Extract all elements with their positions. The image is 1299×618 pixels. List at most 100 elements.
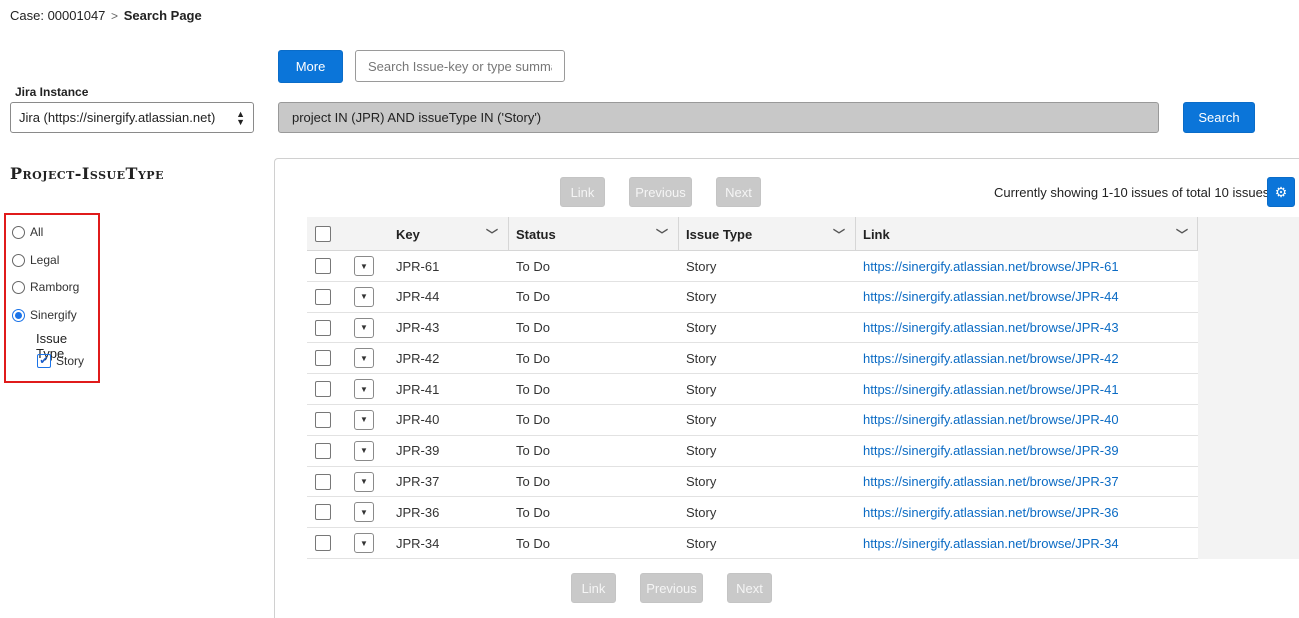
updown-arrows-icon: ▲ ▼ bbox=[236, 108, 245, 127]
select-all-cell bbox=[315, 217, 331, 251]
row-select-cell bbox=[315, 467, 331, 497]
search-button[interactable]: Search bbox=[1183, 102, 1255, 133]
breadcrumb-current: Search Page bbox=[123, 8, 202, 23]
caret-down-icon[interactable]: ▼ bbox=[354, 256, 374, 276]
caret-down-icon[interactable]: ▼ bbox=[354, 286, 374, 307]
checkmark-icon[interactable]: ✔ bbox=[37, 354, 51, 368]
row-select-cell bbox=[315, 497, 331, 527]
radio-icon[interactable] bbox=[12, 280, 25, 294]
issue-link[interactable]: https://sinergify.atlassian.net/browse/J… bbox=[863, 412, 1119, 427]
caret-down-icon[interactable]: ▼ bbox=[354, 409, 374, 430]
issue-link[interactable]: https://sinergify.atlassian.net/browse/J… bbox=[863, 536, 1119, 551]
column-header-link[interactable]: Link ﹀ bbox=[863, 217, 1198, 251]
row-menu-cell: ▼ bbox=[354, 251, 374, 281]
row-checkbox[interactable] bbox=[315, 535, 331, 552]
table-row: ▼ JPR-40 To Do Story https://sinergify.atlas… bbox=[307, 404, 1198, 436]
link-button-bottom[interactable]: Link bbox=[571, 573, 616, 603]
jql-query-field[interactable]: project IN (JPR) AND issueType IN ('Stor… bbox=[278, 102, 1159, 133]
previous-button-bottom[interactable]: Previous bbox=[640, 573, 703, 603]
row-checkbox[interactable] bbox=[315, 473, 331, 490]
next-button-bottom[interactable]: Next bbox=[727, 573, 772, 603]
column-divider[interactable] bbox=[508, 217, 509, 251]
row-menu-cell: ▼ bbox=[354, 467, 374, 497]
chevron-down-icon[interactable]: ﹀ bbox=[1176, 226, 1188, 243]
issue-link-cell: https://sinergify.atlassian.net/browse/J… bbox=[863, 528, 1119, 558]
row-checkbox[interactable] bbox=[315, 288, 331, 305]
issue-type: Story bbox=[686, 474, 717, 490]
radio-icon[interactable] bbox=[12, 253, 25, 267]
chevron-down-icon[interactable]: ﹀ bbox=[656, 226, 668, 243]
issue-status: To Do bbox=[516, 258, 550, 274]
row-checkbox[interactable] bbox=[315, 258, 331, 274]
column-header-issue-type[interactable]: Issue Type ﹀ bbox=[686, 217, 855, 251]
issue-link[interactable]: https://sinergify.atlassian.net/browse/J… bbox=[863, 259, 1119, 274]
issue-status: To Do bbox=[516, 504, 550, 520]
issue-link[interactable]: https://sinergify.atlassian.net/browse/J… bbox=[863, 474, 1119, 489]
row-checkbox[interactable] bbox=[315, 319, 331, 336]
row-checkbox[interactable] bbox=[315, 350, 331, 367]
search-input[interactable] bbox=[355, 50, 565, 82]
caret-down-icon[interactable]: ▼ bbox=[354, 440, 374, 461]
gear-icon: ⚙ bbox=[1274, 183, 1288, 200]
column-divider[interactable] bbox=[678, 217, 679, 251]
table-row: ▼ JPR-43 To Do Story https://sinergify.atlas… bbox=[307, 312, 1198, 344]
issue-type: Story bbox=[686, 258, 717, 274]
column-header-label: Key bbox=[396, 226, 420, 242]
issue-link[interactable]: https://sinergify.atlassian.net/browse/J… bbox=[863, 382, 1119, 397]
issue-type-story-label: Story bbox=[56, 354, 85, 368]
issue-link[interactable]: https://sinergify.atlassian.net/browse/J… bbox=[863, 351, 1119, 366]
next-button-top[interactable]: Next bbox=[716, 177, 761, 207]
chevron-down-icon[interactable]: ﹀ bbox=[833, 226, 845, 243]
issue-type: Story bbox=[686, 320, 717, 336]
issue-link[interactable]: https://sinergify.atlassian.net/browse/J… bbox=[863, 320, 1119, 335]
issue-status: To Do bbox=[516, 535, 550, 551]
filter-option-sinergify[interactable]: Sinergify bbox=[12, 308, 77, 322]
more-button[interactable]: More bbox=[278, 50, 343, 83]
column-header-status[interactable]: Status ﹀ bbox=[516, 217, 678, 251]
chevron-down-icon[interactable]: ﹀ bbox=[486, 226, 498, 243]
issue-key: JPR-43 bbox=[396, 320, 440, 336]
issue-link-cell: https://sinergify.atlassian.net/browse/J… bbox=[863, 497, 1119, 527]
filter-option-label: Ramborg bbox=[30, 280, 80, 294]
column-divider[interactable] bbox=[1197, 217, 1198, 251]
row-checkbox[interactable] bbox=[315, 381, 331, 398]
radio-selected-icon[interactable] bbox=[12, 308, 25, 322]
column-header-key[interactable]: Key ﹀ bbox=[396, 217, 508, 251]
row-checkbox[interactable] bbox=[315, 411, 331, 428]
link-button-top[interactable]: Link bbox=[560, 177, 605, 207]
breadcrumb-case[interactable]: Case: 00001047 bbox=[10, 8, 105, 23]
issue-status: To Do bbox=[516, 350, 550, 366]
settings-button[interactable]: ⚙ bbox=[1267, 177, 1295, 207]
filter-option-legal[interactable]: Legal bbox=[12, 253, 59, 267]
row-select-cell bbox=[315, 405, 331, 435]
caret-down-icon[interactable]: ▼ bbox=[354, 317, 374, 338]
issue-status: To Do bbox=[516, 474, 550, 490]
radio-icon[interactable] bbox=[12, 225, 25, 239]
jira-instance-value: Jira (https://sinergify.atlassian.net) bbox=[19, 110, 216, 125]
select-all-checkbox[interactable] bbox=[315, 226, 331, 242]
previous-button-top[interactable]: Previous bbox=[629, 177, 692, 207]
issue-link[interactable]: https://sinergify.atlassian.net/browse/J… bbox=[863, 289, 1119, 304]
filter-option-ramborg[interactable]: Ramborg bbox=[12, 280, 79, 294]
caret-down-icon[interactable]: ▼ bbox=[354, 533, 374, 554]
caret-down-icon[interactable]: ▼ bbox=[354, 379, 374, 400]
jira-instance-select[interactable]: Jira (https://sinergify.atlassian.net) ▲… bbox=[10, 102, 254, 133]
issue-link[interactable]: https://sinergify.atlassian.net/browse/J… bbox=[863, 443, 1119, 458]
row-checkbox[interactable] bbox=[315, 442, 331, 459]
issue-type: Story bbox=[686, 504, 717, 520]
column-divider[interactable] bbox=[855, 217, 856, 251]
row-checkbox[interactable] bbox=[315, 504, 331, 521]
caret-down-icon[interactable]: ▼ bbox=[354, 348, 374, 369]
caret-down-icon[interactable]: ▼ bbox=[354, 471, 374, 492]
issue-type-story[interactable]: ✔ Story bbox=[37, 354, 84, 368]
filter-option-all[interactable]: All bbox=[12, 225, 43, 239]
table-row: ▼ JPR-41 To Do Story https://sinergify.atlas… bbox=[307, 374, 1198, 405]
row-select-cell bbox=[315, 528, 331, 558]
caret-down-icon[interactable]: ▼ bbox=[354, 502, 374, 523]
issue-link-cell: https://sinergify.atlassian.net/browse/J… bbox=[863, 405, 1119, 435]
issue-key: JPR-41 bbox=[396, 381, 440, 397]
issue-key: JPR-61 bbox=[396, 258, 440, 274]
issue-link-cell: https://sinergify.atlassian.net/browse/J… bbox=[863, 467, 1119, 497]
issue-link[interactable]: https://sinergify.atlassian.net/browse/J… bbox=[863, 505, 1119, 520]
row-select-cell bbox=[315, 313, 331, 343]
